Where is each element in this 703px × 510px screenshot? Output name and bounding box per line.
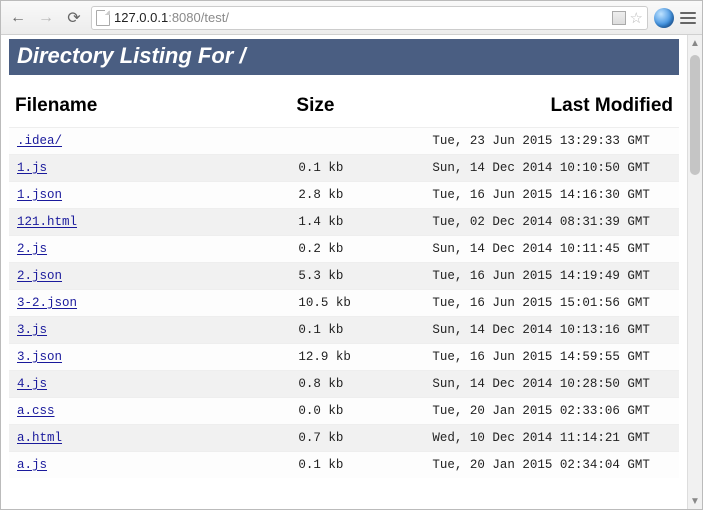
cell-modified: Tue, 16 Jun 2015 15:01:56 GMT	[424, 290, 679, 317]
cell-filename: 2.js	[9, 236, 290, 263]
page-icon	[96, 10, 110, 26]
cell-size: 10.5 kb	[290, 290, 424, 317]
table-row: 2.json 5.3 kbTue, 16 Jun 2015 14:19:49 GM…	[9, 263, 679, 290]
table-row: a.js 0.1 kbTue, 20 Jan 2015 02:34:04 GMT	[9, 452, 679, 479]
table-row: 1.js 0.1 kbSun, 14 Dec 2014 10:10:50 GMT	[9, 155, 679, 182]
col-header-modified: Last Modified	[424, 89, 679, 128]
table-row: 3.json 12.9 kbTue, 16 Jun 2015 14:59:55 G…	[9, 344, 679, 371]
cell-filename: 4.js	[9, 371, 290, 398]
table-row: .idea/Tue, 23 Jun 2015 13:29:33 GMT	[9, 128, 679, 155]
file-link[interactable]: 1.json	[17, 188, 62, 202]
file-link[interactable]: 2.js	[17, 242, 47, 256]
file-link[interactable]: 1.js	[17, 161, 47, 175]
table-row: 3-2.json 10.5 kbTue, 16 Jun 2015 15:01:56…	[9, 290, 679, 317]
browser-window: ← → ⟳ 127.0.0.1:8080/test/ ☆ Directory L…	[0, 0, 703, 510]
file-link[interactable]: .idea/	[17, 134, 62, 148]
scroll-down-arrow-icon[interactable]: ▼	[688, 493, 702, 509]
file-link[interactable]: 3-2.json	[17, 296, 77, 310]
cell-size: 0.1 kb	[290, 317, 424, 344]
file-link[interactable]: a.css	[17, 404, 55, 418]
cell-filename: 121.html	[9, 209, 290, 236]
page-content: Directory Listing For / Filename Size La…	[1, 35, 687, 509]
cell-filename: .idea/	[9, 128, 290, 155]
file-link[interactable]: 2.json	[17, 269, 62, 283]
table-row: a.css 0.0 kbTue, 20 Jan 2015 02:33:06 GMT	[9, 398, 679, 425]
cell-modified: Wed, 10 Dec 2014 11:14:21 GMT	[424, 425, 679, 452]
cell-filename: 2.json	[9, 263, 290, 290]
forward-button[interactable]: →	[35, 7, 57, 29]
cell-filename: a.js	[9, 452, 290, 479]
table-row: 1.json 2.8 kbTue, 16 Jun 2015 14:16:30 GM…	[9, 182, 679, 209]
cell-modified: Tue, 16 Jun 2015 14:19:49 GMT	[424, 263, 679, 290]
cell-size: 2.8 kb	[290, 182, 424, 209]
scrollbar-thumb[interactable]	[690, 55, 700, 175]
cell-size: 1.4 kb	[290, 209, 424, 236]
col-header-filename: Filename	[9, 89, 290, 128]
file-link[interactable]: a.js	[17, 458, 47, 472]
cell-size: 0.1 kb	[290, 155, 424, 182]
cell-size	[290, 128, 424, 155]
page-title: Directory Listing For /	[9, 39, 679, 75]
hamburger-menu-icon[interactable]	[680, 12, 696, 24]
cell-size: 0.2 kb	[290, 236, 424, 263]
scroll-up-arrow-icon[interactable]: ▲	[688, 35, 702, 51]
col-header-size: Size	[290, 89, 424, 128]
table-row: a.html 0.7 kbWed, 10 Dec 2014 11:14:21 GM…	[9, 425, 679, 452]
cell-size: 0.8 kb	[290, 371, 424, 398]
cell-modified: Sun, 14 Dec 2014 10:11:45 GMT	[424, 236, 679, 263]
file-link[interactable]: 3.json	[17, 350, 62, 364]
url-host: 127.0.0.1	[114, 10, 168, 25]
cell-size: 0.7 kb	[290, 425, 424, 452]
cell-size: 12.9 kb	[290, 344, 424, 371]
url-bar[interactable]: 127.0.0.1:8080/test/ ☆	[91, 6, 648, 30]
globe-icon[interactable]	[654, 8, 674, 28]
back-button[interactable]: ←	[7, 7, 29, 29]
cell-modified: Tue, 23 Jun 2015 13:29:33 GMT	[424, 128, 679, 155]
cell-modified: Tue, 20 Jan 2015 02:34:04 GMT	[424, 452, 679, 479]
url-rest: :8080/test/	[168, 10, 229, 25]
table-row: 3.js 0.1 kbSun, 14 Dec 2014 10:13:16 GMT	[9, 317, 679, 344]
cell-filename: 1.js	[9, 155, 290, 182]
cell-modified: Sun, 14 Dec 2014 10:13:16 GMT	[424, 317, 679, 344]
cell-filename: 3-2.json	[9, 290, 290, 317]
cell-filename: a.css	[9, 398, 290, 425]
table-header-row: Filename Size Last Modified	[9, 89, 679, 128]
cell-modified: Sun, 14 Dec 2014 10:28:50 GMT	[424, 371, 679, 398]
reload-button[interactable]: ⟳	[63, 7, 85, 29]
file-link[interactable]: 121.html	[17, 215, 77, 229]
cell-filename: 3.js	[9, 317, 290, 344]
file-link[interactable]: a.html	[17, 431, 62, 445]
file-link[interactable]: 4.js	[17, 377, 47, 391]
cell-filename: 3.json	[9, 344, 290, 371]
cell-modified: Sun, 14 Dec 2014 10:10:50 GMT	[424, 155, 679, 182]
cell-modified: Tue, 16 Jun 2015 14:16:30 GMT	[424, 182, 679, 209]
cell-size: 5.3 kb	[290, 263, 424, 290]
table-row: 4.js 0.8 kbSun, 14 Dec 2014 10:28:50 GMT	[9, 371, 679, 398]
cell-size: 0.1 kb	[290, 452, 424, 479]
cell-filename: a.html	[9, 425, 290, 452]
cell-modified: Tue, 20 Jan 2015 02:33:06 GMT	[424, 398, 679, 425]
vertical-scrollbar[interactable]: ▲ ▼	[687, 35, 702, 509]
table-row: 121.html 1.4 kbTue, 02 Dec 2014 08:31:39 …	[9, 209, 679, 236]
cell-filename: 1.json	[9, 182, 290, 209]
extension-icon[interactable]	[612, 11, 626, 25]
cell-size: 0.0 kb	[290, 398, 424, 425]
directory-listing-table: Filename Size Last Modified .idea/Tue, 2…	[9, 89, 679, 478]
cell-modified: Tue, 16 Jun 2015 14:59:55 GMT	[424, 344, 679, 371]
browser-toolbar: ← → ⟳ 127.0.0.1:8080/test/ ☆	[1, 1, 702, 35]
file-link[interactable]: 3.js	[17, 323, 47, 337]
url-text: 127.0.0.1:8080/test/	[114, 10, 229, 25]
table-row: 2.js 0.2 kbSun, 14 Dec 2014 10:11:45 GMT	[9, 236, 679, 263]
viewport: Directory Listing For / Filename Size La…	[1, 35, 702, 509]
cell-modified: Tue, 02 Dec 2014 08:31:39 GMT	[424, 209, 679, 236]
bookmark-star-icon[interactable]: ☆	[630, 9, 643, 27]
